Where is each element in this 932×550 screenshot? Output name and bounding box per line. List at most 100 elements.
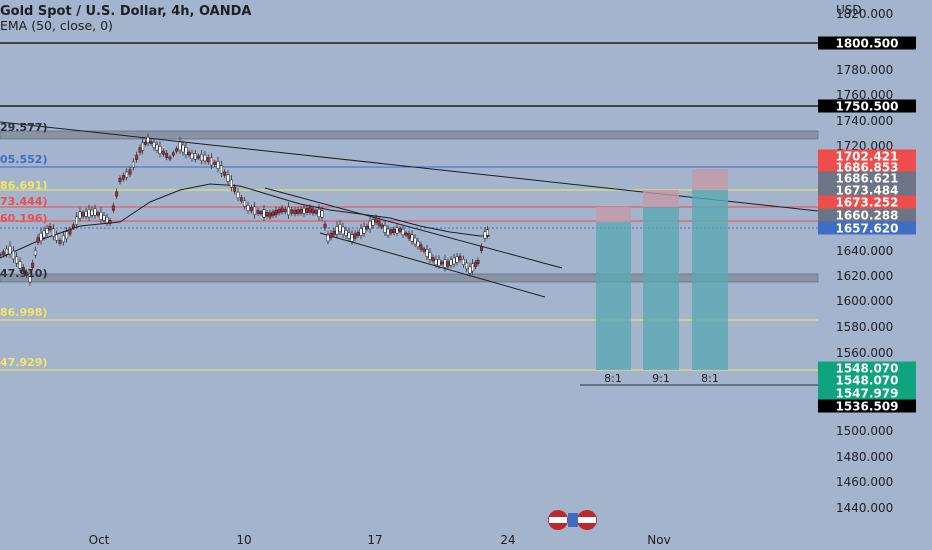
candle <box>249 207 253 212</box>
candle <box>210 157 213 166</box>
candle <box>368 220 372 230</box>
candle <box>341 226 345 235</box>
candle <box>473 262 477 267</box>
candle <box>401 228 405 236</box>
candle <box>165 152 169 158</box>
candle <box>75 216 79 225</box>
candle <box>317 208 321 218</box>
candle <box>115 191 119 197</box>
candle <box>371 219 375 226</box>
candle <box>486 229 489 236</box>
y-tick: 1580.000 <box>836 320 893 334</box>
candle <box>58 240 62 244</box>
candle <box>143 141 147 145</box>
candle <box>253 206 257 215</box>
candle <box>146 136 150 144</box>
candle <box>326 234 330 242</box>
candle <box>461 259 465 265</box>
candle <box>465 262 469 270</box>
fib-label: 86.691) <box>0 179 47 192</box>
candle <box>128 169 132 175</box>
fib-label: 29.577) <box>0 121 47 134</box>
candle <box>226 174 230 182</box>
candle <box>356 232 360 236</box>
y-tick: 1780.000 <box>836 63 893 77</box>
price-badge: 1750.500 <box>835 100 898 114</box>
x-tick: 24 <box>500 533 515 547</box>
candle <box>138 147 142 153</box>
candle <box>223 171 227 176</box>
candle <box>296 209 300 214</box>
candle <box>293 209 297 215</box>
target-box-2 <box>643 207 679 370</box>
price-axis[interactable]: 1820.000 1780.000 1760.000 1740.000 1720… <box>836 7 893 515</box>
y-tick: 1480.000 <box>836 450 893 464</box>
candle <box>468 266 472 274</box>
price-badge: 1536.509 <box>835 400 898 414</box>
candle <box>471 263 475 272</box>
price-badge: 1660.288 <box>835 209 898 223</box>
candle <box>320 210 324 218</box>
candle <box>323 223 327 229</box>
candle <box>416 241 420 247</box>
candle <box>386 228 390 236</box>
candle <box>452 257 456 265</box>
candle <box>51 228 55 237</box>
candle <box>71 224 75 229</box>
y-tick: 1740.000 <box>836 114 893 128</box>
time-axis[interactable]: Oct 10 17 24 Nov <box>89 533 671 547</box>
candle <box>48 225 52 231</box>
indicator-legend[interactable]: EMA (50, close, 0) <box>0 18 113 33</box>
y-tick: 1560.000 <box>836 346 893 360</box>
candle <box>395 227 399 234</box>
candle <box>42 230 46 238</box>
candle <box>171 152 175 156</box>
candle <box>446 261 450 267</box>
candle <box>206 157 210 163</box>
candle <box>243 200 247 207</box>
candle <box>184 147 188 155</box>
candle <box>271 211 275 216</box>
candle <box>443 259 447 268</box>
candle <box>329 233 333 238</box>
candle <box>105 217 109 223</box>
candle <box>178 141 182 151</box>
flag-events-icon[interactable] <box>548 510 597 530</box>
symbol-title[interactable]: Gold Spot / U.S. Dollar, 4h, OANDA <box>0 4 251 19</box>
candle <box>5 248 9 255</box>
candle <box>377 220 381 226</box>
candle <box>383 225 387 233</box>
candle <box>96 212 100 216</box>
candle <box>78 211 82 219</box>
candle <box>193 153 197 160</box>
candle <box>380 224 384 228</box>
candle <box>111 205 115 211</box>
candle <box>311 208 315 214</box>
candle <box>302 207 306 214</box>
candle <box>1 251 5 256</box>
candle <box>287 206 290 216</box>
candle <box>314 210 318 214</box>
candle <box>347 232 351 239</box>
fib-label: 47.929) <box>0 356 47 369</box>
candles[interactable] <box>0 133 489 286</box>
candle <box>213 161 217 165</box>
candle <box>181 144 185 153</box>
target-box-3 <box>692 190 728 370</box>
candle <box>246 205 250 211</box>
candle <box>398 228 402 232</box>
candle <box>68 229 72 235</box>
candle <box>93 208 97 216</box>
candle <box>99 211 103 221</box>
candle <box>118 177 122 183</box>
candle <box>197 155 200 159</box>
candle <box>175 148 179 152</box>
candle <box>0 253 2 257</box>
stop-box-1 <box>596 207 631 222</box>
ratio-labels: 8:1 9:1 8:1 <box>604 372 719 385</box>
candle <box>362 226 366 234</box>
risk-reward-boxes[interactable] <box>596 169 728 370</box>
price-chart[interactable]: 29.577) 05.552) 86.691) 73.444) 60.196) … <box>0 0 932 550</box>
candle <box>365 225 369 230</box>
candle <box>141 142 145 151</box>
